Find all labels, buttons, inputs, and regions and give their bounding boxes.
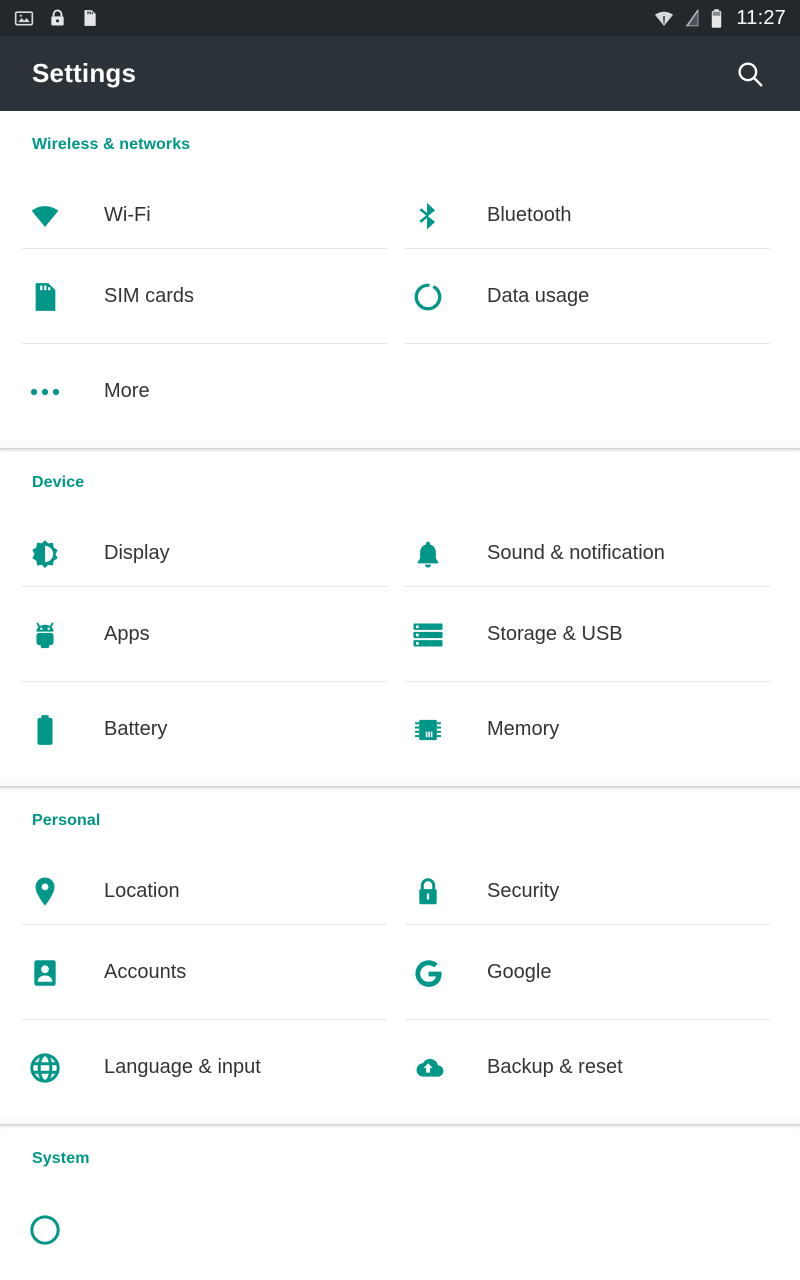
settings-item-data-usage[interactable]: Data usage — [405, 249, 770, 344]
app-bar-actions — [726, 50, 774, 98]
settings-item-system-partial[interactable] — [22, 1168, 387, 1263]
settings-item-label: Storage & USB — [487, 623, 623, 645]
settings-item-more[interactable]: More — [22, 344, 387, 439]
status-bar-clock: 11:27 — [736, 7, 786, 29]
settings-item-label: Bluetooth — [487, 204, 572, 226]
page-title: Settings — [32, 58, 137, 88]
globe-icon — [22, 1051, 68, 1085]
settings-item-label: Battery — [104, 718, 168, 740]
settings-item-language-input[interactable]: Language & input — [22, 1020, 387, 1115]
section-system: System — [0, 1124, 800, 1265]
settings-list: Wireless & networks Wi-Fi Bluetooth SIM … — [0, 111, 800, 1265]
settings-item-label: Location — [104, 880, 180, 902]
settings-item-accounts[interactable]: Accounts — [22, 925, 387, 1020]
google-g-icon — [405, 956, 451, 990]
settings-item-label: Google — [487, 961, 552, 983]
cellular-signal-off-icon — [684, 8, 701, 28]
settings-screen: 11:27 Settings Wireless & networks Wi-Fi… — [0, 0, 800, 1280]
search-icon — [735, 59, 765, 89]
settings-item-placeholder — [405, 344, 770, 439]
settings-item-label: More — [104, 380, 150, 402]
cloud-upload-icon — [405, 1054, 451, 1082]
settings-item-label: Sound & notification — [487, 542, 665, 564]
memory-chip-icon — [405, 714, 451, 746]
settings-item-display[interactable]: Display — [22, 492, 387, 587]
sd-card-icon — [81, 8, 98, 28]
settings-item-label: Display — [104, 542, 170, 564]
settings-item-sound-notification[interactable]: Sound & notification — [405, 492, 770, 587]
section-header-personal: Personal — [32, 812, 101, 829]
settings-item-label: Wi-Fi — [104, 204, 151, 226]
screen-lock-icon — [48, 8, 67, 28]
section-personal: Personal Location Security Accounts Goog… — [0, 786, 800, 1117]
settings-item-label: Data usage — [487, 285, 590, 307]
section-device: Device Display Sound & notification Apps… — [0, 448, 800, 779]
section-header-wireless-networks: Wireless & networks — [32, 136, 191, 153]
battery-full-icon — [22, 713, 68, 747]
settings-item-location[interactable]: Location — [22, 830, 387, 925]
lock-icon — [405, 875, 451, 909]
settings-item-label: Security — [487, 880, 560, 902]
app-bar: Settings — [0, 36, 800, 111]
settings-item-label: Accounts — [104, 961, 187, 983]
search-button[interactable] — [726, 50, 774, 98]
section-wireless-networks: Wireless & networks Wi-Fi Bluetooth SIM … — [0, 111, 800, 441]
settings-item-battery[interactable]: Battery — [22, 682, 387, 777]
settings-item-security[interactable]: Security — [405, 830, 770, 925]
settings-item-google[interactable]: Google — [405, 925, 770, 1020]
storage-icon — [405, 621, 451, 649]
settings-item-memory[interactable]: Memory — [405, 682, 770, 777]
more-horizontal-icon — [22, 385, 68, 399]
settings-item-label: SIM cards — [104, 285, 195, 307]
section-header-device: Device — [32, 474, 85, 491]
settings-item-placeholder — [405, 1168, 770, 1263]
settings-item-label: Apps — [104, 623, 150, 645]
settings-item-backup-reset[interactable]: Backup & reset — [405, 1020, 770, 1115]
status-bar: 11:27 — [0, 0, 800, 36]
data-usage-icon — [405, 281, 451, 313]
wifi-no-internet-icon — [653, 8, 675, 28]
settings-item-wifi[interactable]: Wi-Fi — [22, 154, 387, 249]
settings-item-bluetooth[interactable]: Bluetooth — [405, 154, 770, 249]
brightness-icon — [22, 538, 68, 570]
settings-item-storage-usb[interactable]: Storage & USB — [405, 587, 770, 682]
settings-item-label: Backup & reset — [487, 1056, 623, 1078]
wifi-icon — [22, 199, 68, 233]
section-grid-system — [0, 1168, 800, 1263]
location-pin-icon — [22, 875, 68, 909]
android-icon — [22, 619, 68, 651]
screenshot-image-icon — [14, 8, 34, 28]
status-bar-right-icons: 11:27 — [653, 8, 786, 29]
settings-item-sim-cards[interactable]: SIM cards — [22, 249, 387, 344]
section-header-system: System — [32, 1150, 90, 1167]
section-grid-wireless-networks: Wi-Fi Bluetooth SIM cards Data usage Mor… — [0, 154, 800, 439]
section-grid-personal: Location Security Accounts Google Langua… — [0, 830, 800, 1115]
section-grid-device: Display Sound & notification Apps Storag… — [0, 492, 800, 777]
settings-item-apps[interactable]: Apps — [22, 587, 387, 682]
battery-icon — [710, 8, 723, 29]
status-bar-left-icons — [14, 8, 98, 28]
bluetooth-icon — [405, 200, 451, 232]
settings-item-label: Language & input — [104, 1056, 261, 1078]
account-card-icon — [22, 957, 68, 989]
settings-item-label: Memory — [487, 718, 560, 740]
clock-icon — [22, 1213, 68, 1247]
bell-icon — [405, 538, 451, 570]
sim-card-icon — [22, 280, 68, 314]
